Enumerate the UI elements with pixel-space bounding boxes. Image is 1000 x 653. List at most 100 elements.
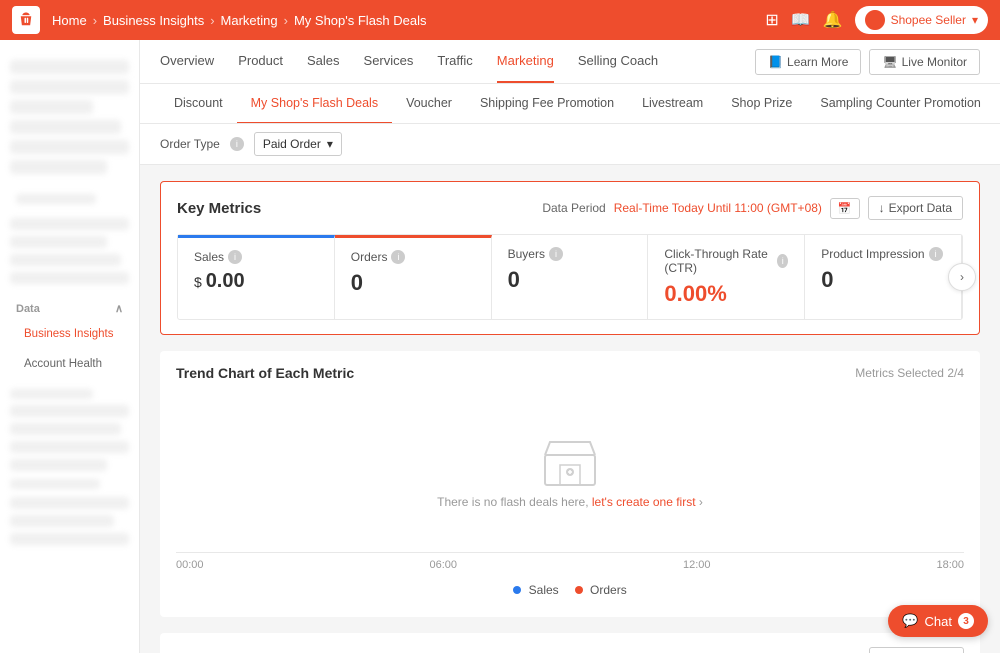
chart-container: There is no flash deals here, let's crea…	[176, 393, 964, 553]
legend-orders-dot	[575, 586, 583, 594]
chart-legend: Sales Orders	[176, 577, 964, 603]
content-area: Overview Product Sales Services Traffic …	[140, 40, 1000, 653]
tab-brand-membership[interactable]: Brand Membership	[995, 84, 1000, 124]
chat-button[interactable]: 💬 Chat 3	[888, 605, 988, 637]
breadcrumb-current: My Shop's Flash Deals	[294, 13, 427, 28]
tab-discount[interactable]: Discount	[160, 84, 237, 124]
tab-livestream[interactable]: Livestream	[628, 84, 717, 124]
book-icon-sm: 📘	[768, 55, 783, 69]
buyers-info-icon[interactable]: i	[549, 247, 563, 261]
avatar	[865, 10, 885, 30]
legend-orders: Orders	[575, 583, 627, 597]
metrics-next-button[interactable]: ›	[948, 263, 976, 291]
trend-chart-header: Trend Chart of Each Metric Metrics Selec…	[176, 365, 964, 381]
live-monitor-button[interactable]: 🖥 Live Monitor	[869, 49, 980, 75]
tab-product[interactable]: Product	[238, 40, 283, 83]
performance-export-button[interactable]: ↓ Export Data	[869, 647, 964, 653]
sidebar-section-data-label[interactable]: Data ∧	[0, 294, 139, 319]
filter-bar: Order Type i Paid Order ▾	[140, 124, 1000, 165]
sidebar-item-business-insights[interactable]: Business Insights	[0, 319, 139, 349]
tab-voucher[interactable]: Voucher	[392, 84, 466, 124]
shop-empty-icon	[540, 437, 600, 487]
sales-info-icon[interactable]: i	[228, 250, 242, 264]
tab-sampling-counter[interactable]: Sampling Counter Promotion	[806, 84, 995, 124]
shopee-logo[interactable]	[12, 6, 40, 34]
orders-label: Orders i	[351, 250, 475, 264]
legend-sales-dot	[513, 586, 521, 594]
tab-shop-prize[interactable]: Shop Prize	[717, 84, 806, 124]
breadcrumb-business-insights[interactable]: Business Insights	[103, 13, 204, 28]
product-impression-label: Product Impression i	[821, 247, 945, 261]
orders-value: 0	[351, 270, 475, 296]
sidebar-item-account-health[interactable]: Account Health	[0, 349, 139, 379]
x-label-1800: 18:00	[936, 559, 964, 571]
grid-icon[interactable]: ⊞	[765, 10, 778, 30]
key-metrics-section: Key Metrics Data Period Real-Time Today …	[160, 181, 980, 335]
top-nav-right: ⊞ 📖 🔔 Shopee Seller ▾	[765, 6, 988, 34]
tab-shipping-fee[interactable]: Shipping Fee Promotion	[466, 84, 628, 124]
order-type-info-icon[interactable]: i	[230, 137, 244, 151]
chart-empty-state: There is no flash deals here, let's crea…	[437, 437, 703, 509]
download-icon: ↓	[879, 201, 885, 215]
export-data-button[interactable]: ↓ Export Data	[868, 196, 963, 220]
chevron-down-icon: ▾	[972, 13, 978, 27]
sidebar-blurred-3[interactable]	[10, 100, 93, 114]
product-impression-value: 0	[821, 267, 945, 293]
tab-overview[interactable]: Overview	[160, 40, 214, 83]
user-badge[interactable]: Shopee Seller ▾	[855, 6, 988, 34]
orders-info-icon[interactable]: i	[391, 250, 405, 264]
metrics-selected: Metrics Selected 2/4	[855, 366, 964, 380]
sub-navigation: Overview Product Sales Services Traffic …	[140, 40, 1000, 84]
calendar-button[interactable]: 📅	[830, 198, 860, 219]
sidebar-blurred-2[interactable]	[10, 80, 129, 94]
ctr-info-icon[interactable]: i	[777, 254, 788, 268]
dropdown-chevron-icon: ▾	[327, 137, 333, 151]
performance-list-section: Performance List ↓ Export Data Time Slot…	[160, 633, 980, 653]
sidebar: Data ∧ Business Insights Account Health	[0, 40, 140, 653]
metric-card-buyers: Buyers i 0	[492, 235, 649, 319]
legend-sales: Sales	[513, 583, 558, 597]
tab-my-shops-flash-deals[interactable]: My Shop's Flash Deals	[237, 84, 392, 124]
bell-icon[interactable]: 🔔	[823, 10, 843, 30]
sidebar-blurred-5[interactable]	[10, 140, 129, 154]
order-type-select[interactable]: Paid Order ▾	[254, 132, 342, 156]
paid-order-option: Paid Order	[263, 137, 321, 151]
main-content: Key Metrics Data Period Real-Time Today …	[140, 165, 1000, 653]
calendar-icon: 📅	[838, 202, 852, 215]
chart-x-axis: 00:00 06:00 12:00 18:00	[176, 553, 964, 577]
data-period-value: Real-Time Today Until 11:00 (GMT+08)	[614, 201, 822, 215]
sidebar-section-data-title: Data	[16, 303, 40, 315]
tab-traffic[interactable]: Traffic	[437, 40, 472, 83]
key-metrics-title: Key Metrics	[177, 200, 261, 217]
chat-badge: 3	[958, 613, 974, 629]
tab-selling-coach[interactable]: Selling Coach	[578, 40, 658, 83]
tab-services[interactable]: Services	[364, 40, 414, 83]
top-navigation: Home › Business Insights › Marketing › M…	[0, 0, 1000, 40]
monitor-icon: 🖥	[882, 55, 897, 69]
chat-icon: 💬	[902, 613, 918, 629]
x-label-0000: 00:00	[176, 559, 204, 571]
breadcrumb-home[interactable]: Home	[52, 13, 87, 28]
sales-value: $ 0.00	[194, 270, 318, 293]
metric-card-product-impression: Product Impression i 0	[805, 235, 962, 319]
chart-empty-text: There is no flash deals here, let's crea…	[437, 495, 703, 509]
create-first-link[interactable]: let's create one first	[592, 495, 696, 509]
data-period-label: Data Period	[542, 201, 605, 215]
product-impression-info-icon[interactable]: i	[929, 247, 943, 261]
sidebar-blurred-1[interactable]	[10, 60, 129, 74]
x-label-1200: 12:00	[683, 559, 711, 571]
chat-label: Chat	[925, 614, 952, 629]
metric-card-orders: Orders i 0	[335, 235, 492, 319]
metrics-cards: Sales i $ 0.00 Orders i 0	[177, 234, 963, 320]
book-icon[interactable]: 📖	[791, 10, 811, 30]
learn-more-button[interactable]: 📘 Learn More	[755, 49, 861, 75]
tab-marketing[interactable]: Marketing	[497, 40, 554, 83]
breadcrumb-marketing[interactable]: Marketing	[221, 13, 278, 28]
buyers-label: Buyers i	[508, 247, 632, 261]
metrics-actions: Data Period Real-Time Today Until 11:00 …	[542, 196, 963, 220]
sidebar-blurred-4[interactable]	[10, 120, 121, 134]
metrics-header: Key Metrics Data Period Real-Time Today …	[177, 196, 963, 220]
tab-sales[interactable]: Sales	[307, 40, 340, 83]
sidebar-blurred-6[interactable]	[10, 160, 107, 174]
trend-chart-title: Trend Chart of Each Metric	[176, 365, 354, 381]
